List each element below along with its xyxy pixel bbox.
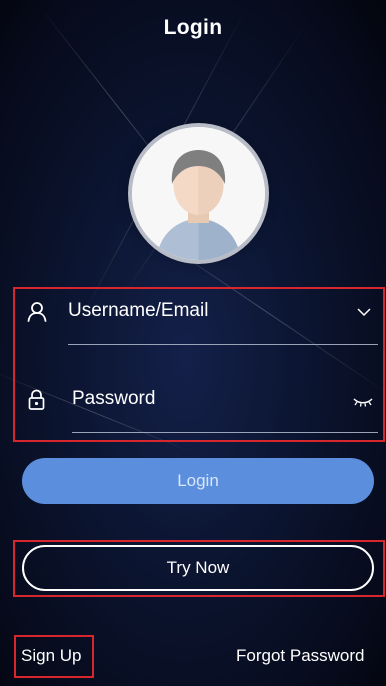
sign-up-link[interactable]: Sign Up: [21, 646, 81, 666]
username-input[interactable]: Username/Email: [68, 300, 208, 322]
lock-icon: [28, 389, 45, 410]
chevron-down-icon[interactable]: [357, 308, 371, 317]
password-input[interactable]: Password: [72, 388, 155, 410]
page-title: Login: [163, 16, 223, 39]
username-field[interactable]: Username/Email: [20, 292, 380, 350]
forgot-password-link[interactable]: Forgot Password: [236, 646, 365, 666]
login-screen: Login Username/Email Password Login Try …: [0, 0, 386, 686]
avatar: [132, 127, 265, 260]
eye-closed-icon[interactable]: [352, 396, 374, 408]
try-now-button[interactable]: Try Now: [22, 545, 374, 591]
password-field[interactable]: Password: [20, 378, 380, 436]
default-avatar-icon: [132, 127, 265, 260]
user-icon: [27, 302, 47, 322]
username-underline: [68, 344, 378, 345]
login-button[interactable]: Login: [22, 458, 374, 504]
password-underline: [72, 432, 378, 433]
